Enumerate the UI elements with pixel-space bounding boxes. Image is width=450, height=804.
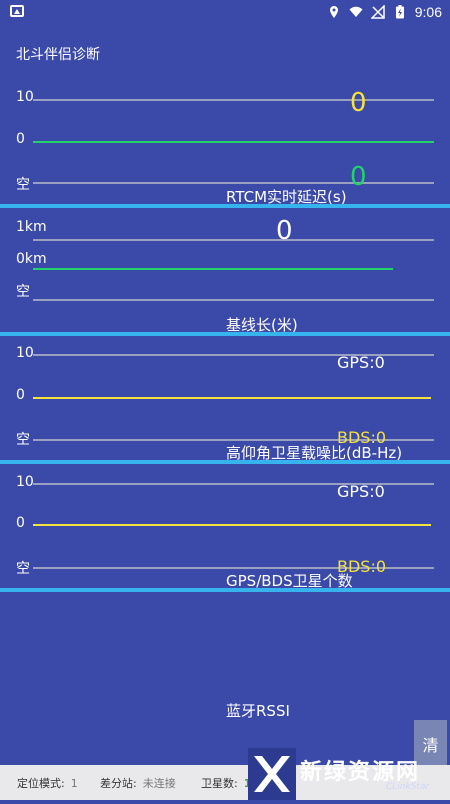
panel-separator xyxy=(0,332,450,336)
baseline-grid-top xyxy=(33,239,434,241)
panel-separator xyxy=(0,460,450,464)
baseline-axis-top: 1km xyxy=(16,219,47,235)
location-icon xyxy=(329,6,338,18)
cn0-gps-value: GPS:0 xyxy=(337,353,385,372)
wifi-icon xyxy=(349,6,363,17)
diff-station: 差分站: 未连接 xyxy=(100,775,176,791)
cn0-data-line xyxy=(33,397,431,399)
baseline-value: 0 xyxy=(276,216,293,246)
rtcm-axis-mid: 0 xyxy=(16,131,25,147)
rtcm-grid-top xyxy=(33,99,434,101)
cn0-axis-top: 10 xyxy=(16,345,34,361)
positioning-mode-label: 定位模式: xyxy=(17,777,65,790)
watermark-logo xyxy=(248,748,296,800)
panel-separator xyxy=(0,588,450,592)
image-notification-icon xyxy=(10,5,24,17)
panel-separator xyxy=(0,204,450,208)
diff-station-value: 未连接 xyxy=(142,777,176,790)
cn0-axis-bottom: 空 xyxy=(16,432,30,448)
count-axis-top: 10 xyxy=(16,474,34,490)
status-icons: 9:06 xyxy=(327,2,442,22)
diff-station-label: 差分站: xyxy=(100,777,137,790)
rtcm-axis-top: 10 xyxy=(16,89,34,105)
no-signal-icon xyxy=(370,5,385,19)
rtcm-axis-bottom: 空 xyxy=(16,177,30,193)
rssi-title: 蓝牙RSSI xyxy=(226,702,290,720)
count-axis-bottom: 空 xyxy=(16,561,30,577)
count-gps-value: GPS:0 xyxy=(337,482,385,501)
status-bar: 9:06 xyxy=(0,0,450,24)
watermark-logo-icon xyxy=(254,756,290,792)
rtcm-value-yellow: 0 xyxy=(350,88,367,118)
count-axis-mid: 0 xyxy=(16,515,25,531)
clock: 9:06 xyxy=(414,4,442,20)
battery-charging-icon xyxy=(395,5,404,19)
rtcm-grid-bottom xyxy=(33,182,434,184)
baseline-axis-bottom: 空 xyxy=(16,284,30,300)
rtcm-value-green: 0 xyxy=(350,162,367,192)
watermark-brand: CLinkStar xyxy=(386,782,430,792)
positioning-mode-value: 1 xyxy=(70,777,78,790)
positioning-mode: 定位模式: 1 xyxy=(17,775,78,791)
rtcm-data-line xyxy=(33,141,434,143)
watermark: 新绿资源网 CLinkStar xyxy=(248,748,450,800)
cn0-axis-mid: 0 xyxy=(16,387,25,403)
count-data-line xyxy=(33,524,431,526)
satellite-count-label: 卫星数: xyxy=(201,777,238,790)
baseline-axis-mid: 0km xyxy=(16,251,47,267)
baseline-data-line xyxy=(33,268,393,270)
baseline-grid-bottom xyxy=(33,299,434,301)
app-title: 北斗伴侣诊断 xyxy=(16,47,100,63)
